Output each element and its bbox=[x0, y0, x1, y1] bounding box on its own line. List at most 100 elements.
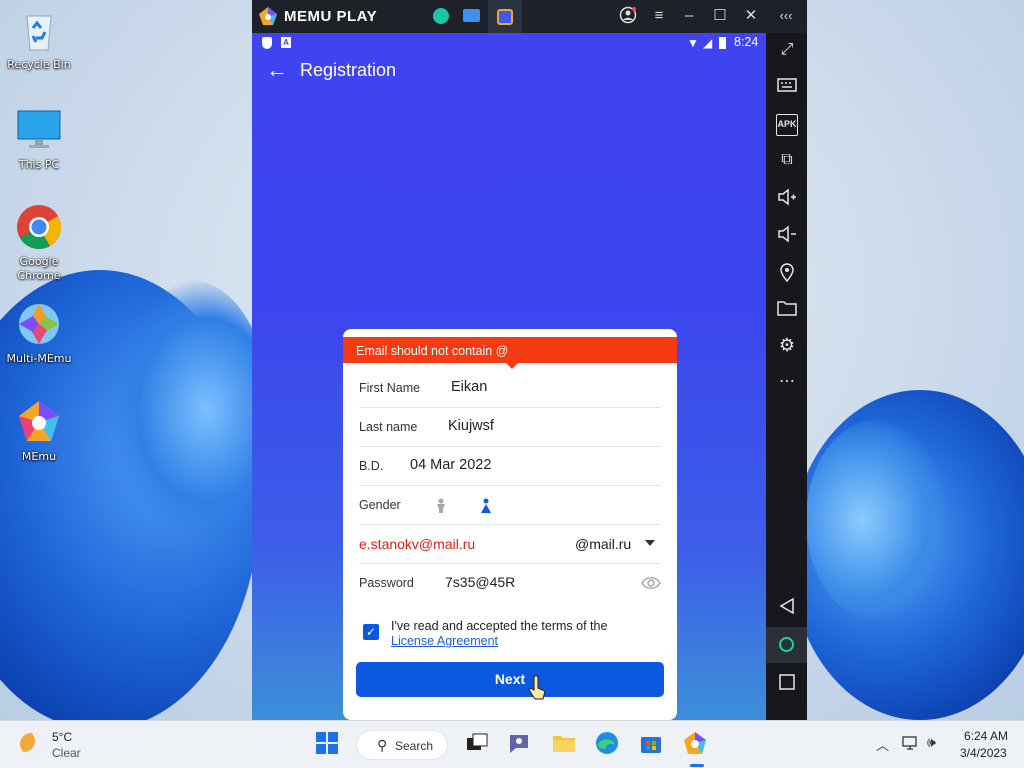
windows-taskbar: 5°C Clear ⚲ Search ︿ 🕪 6:24 AM 3/4/2023 bbox=[0, 720, 1024, 768]
volume-down-icon[interactable] bbox=[776, 225, 798, 247]
desktop-icon-memu[interactable]: MEmu bbox=[1, 398, 77, 464]
minimize-icon[interactable]: – bbox=[679, 6, 699, 26]
clock-time[interactable]: 6:24 AM bbox=[964, 729, 1008, 743]
battery-icon bbox=[719, 37, 726, 49]
password-row: Password 7s35@45R bbox=[359, 564, 661, 603]
gender-label: Gender bbox=[359, 498, 401, 512]
android-back-icon[interactable] bbox=[776, 597, 798, 619]
clock-date[interactable]: 3/4/2023 bbox=[960, 746, 1007, 760]
edge-browser-icon[interactable] bbox=[594, 730, 624, 760]
last-name-row: Last name Kiujwsf bbox=[359, 408, 661, 447]
gender-row: Gender bbox=[359, 486, 661, 525]
memu-taskbar-icon[interactable] bbox=[682, 730, 712, 760]
volume-up-icon[interactable] bbox=[776, 188, 798, 210]
registration-card: Email should not contain @ First Name Ei… bbox=[343, 329, 677, 720]
memu-logo-icon bbox=[258, 6, 278, 26]
shield-icon bbox=[262, 37, 272, 49]
signal-icon: ◢ bbox=[703, 36, 713, 50]
desktop-icon-multi-memu[interactable]: Multi-MEmu bbox=[1, 300, 77, 366]
app-tab-blue-icon bbox=[497, 9, 513, 25]
wifi-icon: ▼ bbox=[687, 36, 699, 50]
gear-icon[interactable]: ⚙ bbox=[776, 335, 798, 357]
menu-icon[interactable]: ≡ bbox=[649, 6, 669, 26]
terms-text: I've read and accepted the terms of the bbox=[391, 619, 608, 633]
email-row: e.stanokv@mail.ru @mail.ru bbox=[359, 525, 661, 564]
multi-window-icon[interactable]: ⧉ bbox=[776, 151, 798, 173]
collapse-sidebar-icon[interactable]: ‹‹‹ bbox=[776, 6, 796, 26]
multi-memu-icon bbox=[15, 300, 63, 348]
birth-date-field[interactable]: 04 Mar 2022 bbox=[410, 457, 491, 473]
android-screen: A ▼ ◢ 8:24 ← Registration Email should n… bbox=[252, 33, 766, 720]
mouse-cursor-icon bbox=[528, 675, 546, 706]
teams-chat-icon[interactable] bbox=[507, 730, 537, 760]
network-icon[interactable] bbox=[902, 735, 920, 756]
error-banner: Email should not contain @ bbox=[343, 337, 677, 369]
folder-icon[interactable] bbox=[776, 300, 798, 322]
first-name-field[interactable]: Eikan bbox=[451, 379, 487, 395]
desktop-icon-label: Recycle Bin bbox=[7, 58, 71, 71]
home-circle-icon bbox=[779, 637, 794, 652]
apk-install-icon[interactable]: APK bbox=[776, 114, 798, 136]
search-icon: ⚲ bbox=[377, 737, 388, 753]
active-app-indicator bbox=[690, 764, 704, 767]
gender-female-icon[interactable] bbox=[480, 498, 492, 517]
weather-description[interactable]: Clear bbox=[52, 746, 81, 760]
android-home-button[interactable] bbox=[766, 627, 807, 663]
windows-start-icon[interactable] bbox=[314, 730, 344, 760]
gender-male-icon[interactable] bbox=[435, 498, 447, 517]
weather-temperature[interactable]: 5°C bbox=[52, 730, 72, 744]
chrome-icon bbox=[15, 203, 63, 251]
app-bar: ← Registration bbox=[252, 53, 766, 89]
email-field[interactable]: e.stanokv@mail.ru bbox=[359, 536, 475, 552]
back-arrow-icon[interactable]: ← bbox=[266, 57, 288, 83]
desktop-icon-this-pc[interactable]: This PC bbox=[1, 106, 77, 172]
folder-tab-icon[interactable] bbox=[463, 9, 480, 22]
desktop-icon-label: Multi-MEmu bbox=[6, 352, 72, 365]
monitor-icon bbox=[15, 106, 63, 154]
last-name-field[interactable]: Kiujwsf bbox=[448, 418, 494, 434]
microsoft-store-icon[interactable] bbox=[638, 730, 668, 760]
license-agreement-link[interactable]: License Agreement bbox=[391, 634, 498, 648]
first-name-label: First Name bbox=[359, 381, 421, 395]
more-icon[interactable]: ⋯ bbox=[776, 371, 798, 393]
memu-icon bbox=[15, 398, 63, 446]
fullscreen-icon[interactable]: ⤢ bbox=[776, 41, 798, 63]
task-view-icon[interactable] bbox=[464, 730, 494, 760]
chevron-up-icon[interactable]: ︿ bbox=[876, 735, 889, 754]
memu-emulator-window: MEMU PLAY ≡ – ☐ ✕ ‹‹‹ A ▼ ◢ 8:24 ← Regis… bbox=[252, 0, 807, 720]
search-label: Search bbox=[395, 739, 434, 753]
last-name-label: Last name bbox=[359, 420, 418, 434]
birth-date-label: B.D. bbox=[359, 459, 384, 473]
next-button[interactable]: Next bbox=[356, 662, 664, 697]
maximize-icon[interactable]: ☐ bbox=[710, 6, 730, 26]
page-title: Registration bbox=[300, 60, 397, 80]
password-field[interactable]: 7s35@45R bbox=[445, 574, 515, 590]
volume-icon[interactable]: 🕪 bbox=[927, 734, 936, 751]
account-icon[interactable] bbox=[618, 6, 638, 26]
file-explorer-icon[interactable] bbox=[551, 730, 581, 760]
desktop-icon-recycle-bin[interactable]: Recycle Bin bbox=[1, 6, 77, 72]
location-icon[interactable] bbox=[776, 262, 798, 284]
taskbar-search-button[interactable]: ⚲ Search bbox=[356, 730, 448, 760]
close-icon[interactable]: ✕ bbox=[741, 6, 761, 26]
emulator-brand: MEMU PLAY bbox=[284, 8, 378, 25]
status-time: 8:24 bbox=[734, 35, 759, 49]
weather-moon-icon[interactable] bbox=[20, 733, 42, 755]
password-label: Password bbox=[359, 576, 414, 590]
keyboard-icon[interactable] bbox=[776, 78, 798, 100]
terms-checkbox[interactable]: ✓ bbox=[363, 624, 379, 640]
emulator-sidebar: ⤢ APK ⧉ ⚙ ⋯ bbox=[766, 33, 807, 720]
email-domain-select[interactable]: @mail.ru bbox=[575, 536, 631, 552]
birth-date-row: B.D. 04 Mar 2022 bbox=[359, 447, 661, 486]
android-status-bar: A ▼ ◢ 8:24 bbox=[252, 33, 766, 53]
eye-icon[interactable] bbox=[641, 576, 661, 593]
desktop-icon-google-chrome[interactable]: Google Chrome bbox=[1, 203, 77, 283]
desktop-icon-label: This PC bbox=[18, 158, 60, 171]
desktop-icon-label: Google Chrome bbox=[17, 255, 61, 282]
desktop-icon-label: MEmu bbox=[21, 450, 57, 463]
android-recents-icon[interactable] bbox=[776, 673, 798, 695]
chevron-down-icon[interactable] bbox=[645, 540, 655, 546]
app-tab-green-icon[interactable] bbox=[433, 8, 449, 24]
first-name-row: First Name Eikan bbox=[359, 369, 661, 408]
active-app-tab[interactable] bbox=[488, 0, 522, 33]
